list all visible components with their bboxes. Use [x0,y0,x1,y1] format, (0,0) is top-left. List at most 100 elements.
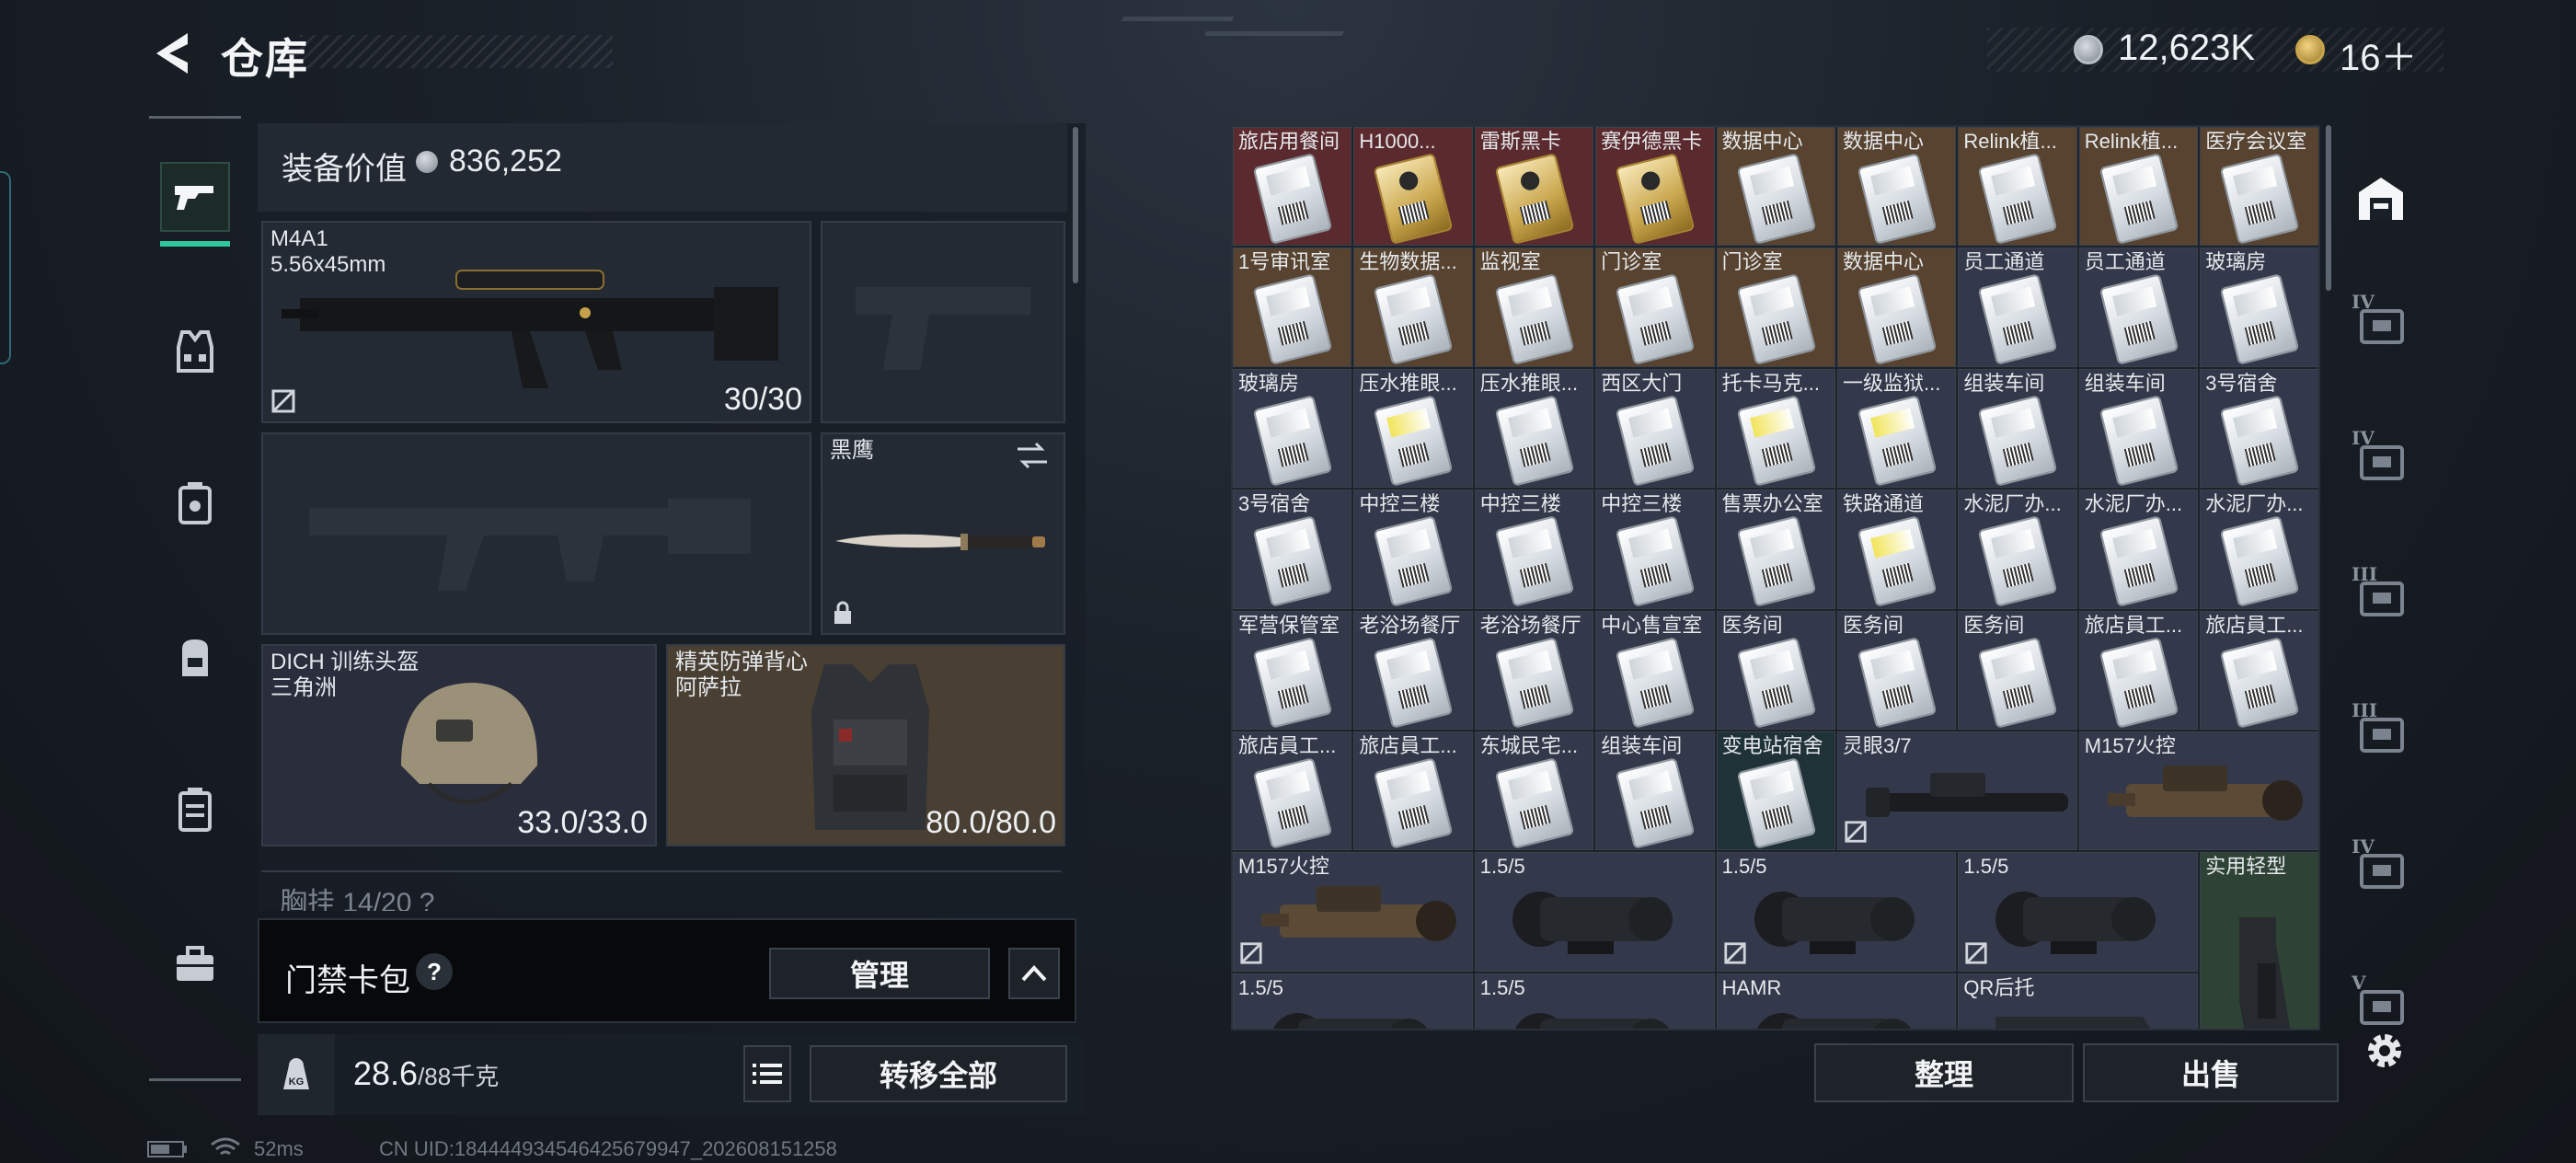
case-iii-icon[interactable]: III [2344,558,2418,631]
left-edge-tab[interactable] [0,171,11,364]
stash-item-keycard[interactable]: 赛伊德黑卡 [1595,127,1715,247]
melee-slot[interactable]: 黑鹰 [821,432,1065,635]
stash-item-attachment[interactable]: 1.5/5 [1474,973,1715,1029]
stash-item-keycard[interactable]: 老浴场餐厅 [1353,610,1473,730]
stash-scrollbar[interactable] [2326,125,2331,291]
stash-item-keycard[interactable]: 一级监狱... [1837,368,1957,489]
stash-item-attachment[interactable]: M157火控 [2078,731,2318,851]
stash-item-keycard[interactable]: 数据中心 [1837,248,1957,367]
stash-item-attachment[interactable]: 1.5/5 [1233,973,1473,1029]
backpack-tab-icon[interactable] [160,622,230,692]
stash-item-keycard[interactable]: 旅店員工... [2200,610,2318,730]
stash-item-keycard[interactable]: 水泥厂办... [2078,489,2199,609]
transfer-all-button[interactable]: 转移全部 [810,1045,1067,1102]
stash-item-keycard[interactable]: 旅店用餐间 [1233,127,1352,247]
item-label: QR后托 [1963,976,2035,999]
stash-item-keycard[interactable]: 旅店員工... [1233,731,1352,851]
stash-item-keycard[interactable]: 铁路通道 [1837,489,1957,609]
toolbox-tab-icon[interactable] [160,929,230,999]
stash-item-attachment[interactable]: 1.5/5 [1474,852,1715,972]
stash-item-keycard[interactable]: 东城民宅... [1474,731,1594,851]
list-view-icon[interactable] [743,1045,791,1102]
stash-item-keycard[interactable]: 西区大门 [1595,368,1715,489]
stash-item-keycard[interactable]: 旅店員工... [2078,610,2199,730]
stash-item-keycard[interactable]: 医务间 [1837,610,1957,730]
stash-item-keycard[interactable]: 雷斯黑卡 [1474,127,1594,247]
stash-item-keycard[interactable]: 中心售宣室 [1595,610,1715,730]
primary-weapon-slot[interactable]: M4A1 5.56x45mm 30/30 [261,221,811,423]
help-icon[interactable]: ? [416,953,453,990]
helmet-slot[interactable]: DICH 训练头盔 三角洲 33.0/33.0 [261,644,657,846]
stash-item-attachment[interactable]: 灵眼3/7 [1837,731,2077,851]
stash-item-keycard[interactable]: 组装车间 [1595,731,1715,851]
stash-item-keycard[interactable]: 旅店員工... [1353,731,1473,851]
chest-rig-row[interactable]: 胸挂 14/20 ? [261,870,1062,911]
stash-item-attachment[interactable]: QR后托 [1958,973,2199,1029]
stash-item-attachment[interactable]: HAMR [1716,973,1957,1029]
stash-item-keycard[interactable]: 生物数据... [1353,248,1473,367]
stash-item-keycard[interactable]: 压水推眼... [1474,368,1594,489]
stash-item-keycard[interactable]: 托卡马克... [1716,368,1835,489]
stash-item-keycard[interactable]: 组装车间 [1958,368,2077,489]
stash-item-keycard[interactable]: 医务间 [1958,610,2077,730]
ticket-amount[interactable]: 16＋ [2340,28,2418,81]
stash-item-keycard[interactable]: 老浴场餐厅 [1474,610,1594,730]
expand-chevron-up-icon[interactable] [1008,948,1060,999]
stash-item-keycard[interactable]: 员工通道 [1958,248,2077,367]
stash-item-keycard[interactable]: 门诊室 [1595,248,1715,367]
swap-icon[interactable] [1014,440,1051,471]
stash-item-keycard[interactable]: 监视室 [1474,248,1594,367]
case-tier-label: V [2352,972,2366,994]
stash-item-keycard[interactable]: 3号宿舍 [1233,489,1352,609]
stash-item-keycard[interactable]: 水泥厂办... [1958,489,2077,609]
title-hatch-decoration [300,35,613,68]
stash-item-keycard[interactable]: 玻璃房 [1233,368,1352,489]
stash-item-attachment[interactable]: 1.5/5 [1958,852,2199,972]
secondary-weapon-slot-empty[interactable] [261,432,811,635]
case-iv-plus-icon[interactable]: IV [2344,421,2418,495]
stash-item-keycard[interactable]: 军营保管室 [1233,610,1352,730]
stash-item-keycard[interactable]: Relink植... [1958,127,2077,247]
weapon-tab-icon[interactable] [160,162,230,247]
wifi-icon [211,1137,240,1156]
stash-item-attachment[interactable]: M157火控 [1233,852,1473,972]
stash-item-keycard[interactable]: 压水推眼... [1353,368,1473,489]
stash-item-keycard[interactable]: 1号审讯室 [1233,248,1352,367]
stash-item-keycard[interactable]: 售票办公室 [1716,489,1835,609]
manage-button[interactable]: 管理 [769,948,990,999]
stash-item-keycard[interactable]: 医务间 [1716,610,1835,730]
stash-item-keycard[interactable]: 变电站宿舍 [1716,731,1835,851]
settings-gear-icon[interactable] [2361,1027,2409,1075]
stash-item-keycard[interactable]: 医疗会议室 [2200,127,2318,247]
pistol-slot-empty[interactable] [821,221,1065,423]
stash-item-keycard[interactable]: 数据中心 [1837,127,1957,247]
stash-item-keycard[interactable]: H1000... [1353,127,1473,247]
stash-item-keycard[interactable]: 数据中心 [1716,127,1835,247]
stash-item-attachment[interactable]: 实用轻型 [2200,852,2318,1029]
armor-tab-icon[interactable] [160,467,230,537]
back-arrow-icon[interactable] [147,26,202,81]
sort-button[interactable]: 整理 [1814,1043,2074,1102]
stash-item-keycard[interactable]: 中控三楼 [1474,489,1594,609]
stash-item-keycard[interactable]: 3号宿舍 [2200,368,2318,489]
stash-item-keycard[interactable]: 门诊室 [1716,248,1835,367]
stash-item-keycard[interactable]: 水泥厂办... [2200,489,2318,609]
stash-item-attachment[interactable]: 1.5/5 [1716,852,1957,972]
stash-item-keycard[interactable]: 组装车间 [2078,368,2199,489]
stash-item-keycard[interactable]: 员工通道 [2078,248,2199,367]
case-tab-icon[interactable] [160,775,230,845]
stash-item-keycard[interactable]: 中控三楼 [1595,489,1715,609]
keycard-icon [2219,153,2300,245]
armor-slot[interactable]: 精英防弹背心 阿萨拉 80.0/80.0 [666,644,1065,846]
sell-button[interactable]: 出售 [2083,1043,2339,1102]
stash-item-keycard[interactable]: 中控三楼 [1353,489,1473,609]
lock-icon [834,601,851,624]
case-iii-b-icon[interactable]: III [2344,694,2418,767]
case-iv-b-icon[interactable]: IV [2344,830,2418,904]
equipment-scrollbar[interactable] [1073,127,1078,283]
vest-tab-icon[interactable] [160,317,230,386]
stash-home-icon[interactable] [2344,162,2418,236]
case-iv-icon[interactable]: IV [2344,285,2418,359]
stash-item-keycard[interactable]: 玻璃房 [2200,248,2318,367]
stash-item-keycard[interactable]: Relink植... [2078,127,2199,247]
